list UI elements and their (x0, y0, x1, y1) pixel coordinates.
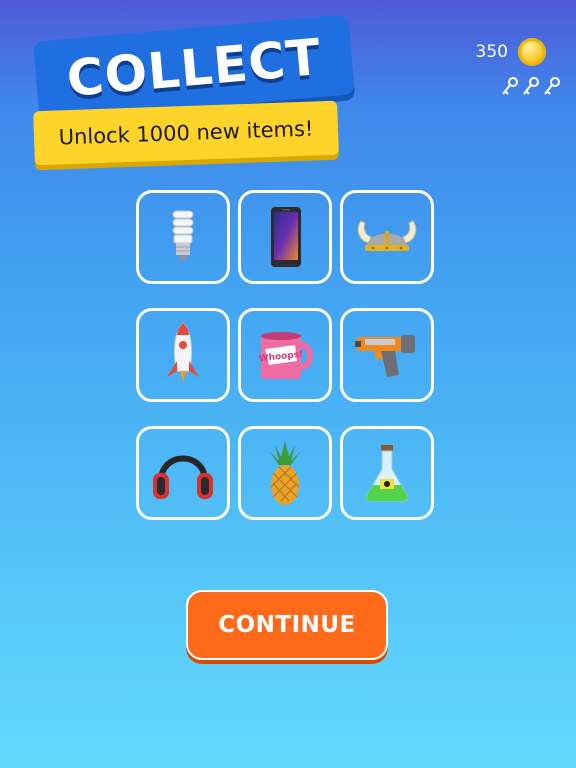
item-slot[interactable] (136, 308, 230, 402)
item-slot[interactable] (340, 426, 434, 520)
headphones-icon (153, 455, 213, 499)
light-bulb-icon (172, 210, 194, 261)
smartphone-icon (271, 207, 301, 267)
subtitle-banner: Unlock 1000 new items! (33, 100, 339, 166)
item-grid: Whoops! (136, 190, 434, 520)
coin-count: 350 (475, 42, 508, 62)
item-slot[interactable] (136, 426, 230, 520)
key-icon (523, 77, 539, 95)
keys-row (500, 76, 562, 98)
potion-flask-icon (365, 445, 409, 502)
continue-label: CONTINUE (218, 612, 356, 638)
item-slot[interactable] (340, 190, 434, 284)
viking-helmet-icon (357, 220, 417, 251)
toy-blaster-icon (355, 335, 415, 377)
item-slot[interactable] (136, 190, 230, 284)
subtitle-text: Unlock 1000 new items! (58, 116, 314, 150)
item-slot[interactable] (238, 190, 332, 284)
pineapple-icon (269, 441, 301, 505)
mug-icon: Whoops! (258, 332, 313, 379)
continue-button[interactable]: CONTINUE (186, 590, 388, 660)
key-icon (544, 77, 560, 95)
coin-icon (518, 38, 546, 66)
item-slot[interactable] (238, 426, 332, 520)
key-icon (502, 77, 518, 95)
item-slot[interactable]: Whoops! (238, 308, 332, 402)
item-slot[interactable] (340, 308, 434, 402)
page-title: COLLECT (64, 28, 324, 108)
rocket-icon (167, 322, 199, 383)
